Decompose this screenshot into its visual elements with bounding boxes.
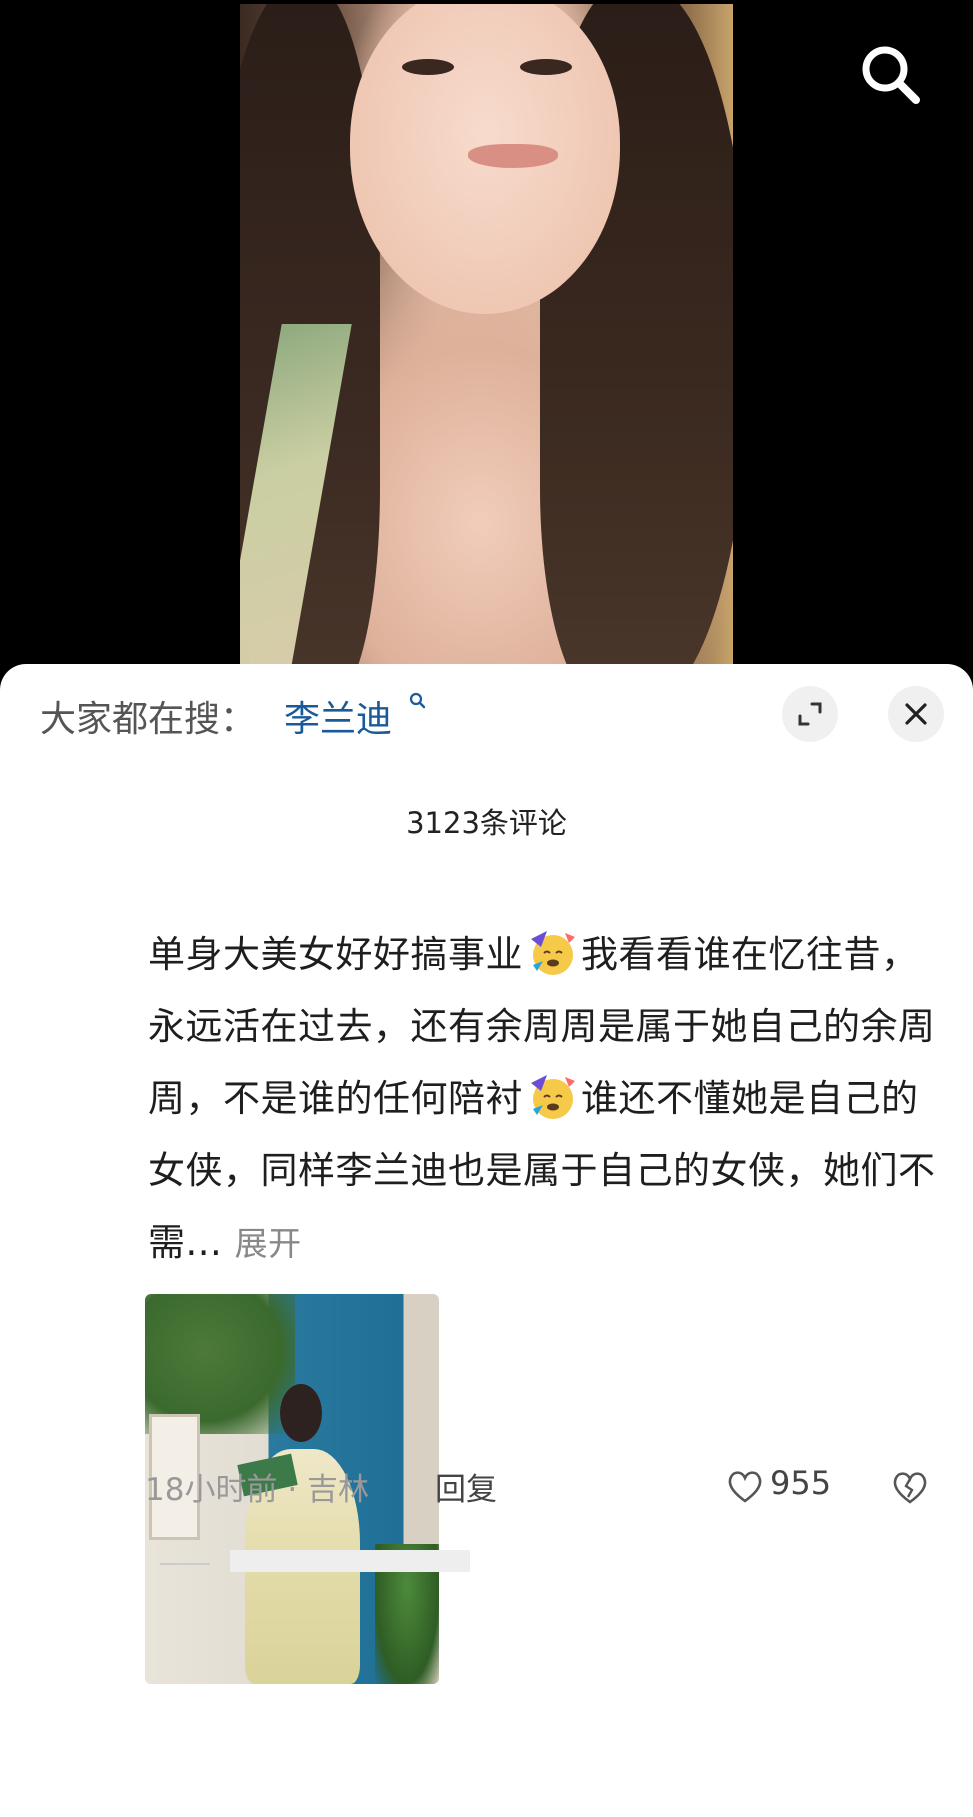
comment-image-leaves — [145, 1294, 295, 1434]
meta-separator: · — [287, 1472, 298, 1508]
next-comment-peek — [160, 1550, 470, 1572]
expand-comment-link[interactable]: 展开 — [235, 1224, 302, 1263]
video-eye-left — [402, 59, 454, 75]
video-area[interactable] — [0, 0, 973, 680]
close-icon — [905, 703, 927, 725]
comment-meta-row: 18小时前 · 吉林 回复 955 — [145, 1464, 945, 1514]
partying-face-icon — [531, 1075, 575, 1119]
comment-text[interactable]: 单身大美女好好搞事业 我看看谁在忆往昔，永远活在过去，还有余周周是属于她自己的余… — [148, 919, 938, 1280]
like-count: 955 — [770, 1464, 832, 1502]
heart-icon[interactable] — [725, 1464, 765, 1508]
comment-image-head — [280, 1384, 322, 1442]
expand-button[interactable] — [782, 686, 838, 742]
everyone-searching-term[interactable]: 李兰迪 — [284, 690, 392, 742]
comment-meta: 18小时前 · 吉林 — [145, 1464, 369, 1509]
comment-location: 吉林 — [307, 1472, 370, 1508]
reply-button[interactable]: 回复 — [435, 1464, 497, 1509]
small-search-icon — [409, 692, 426, 709]
video-frame[interactable] — [240, 4, 733, 680]
search-icon — [862, 46, 920, 104]
expand-icon — [798, 702, 822, 726]
broken-heart-icon[interactable] — [887, 1464, 933, 1508]
partying-face-icon — [531, 931, 575, 975]
everyone-searching-label: 大家都在搜： — [40, 699, 257, 740]
search-button[interactable] — [856, 40, 926, 110]
comment-time: 18小时前 — [145, 1472, 278, 1508]
comments-sheet: 大家都在搜： 李兰迪 3123条评论 单身大美女好好搞事业 我看看谁在忆往昔，永… — [0, 664, 973, 1817]
close-button[interactable] — [888, 686, 944, 742]
video-lips — [468, 144, 558, 168]
comment-count: 3123条评论 — [406, 806, 567, 840]
sheet-header: 大家都在搜： 李兰迪 — [0, 664, 973, 756]
comment-text-part1: 单身大美女好好搞事业 — [148, 933, 523, 976]
video-eye-right — [520, 59, 572, 75]
